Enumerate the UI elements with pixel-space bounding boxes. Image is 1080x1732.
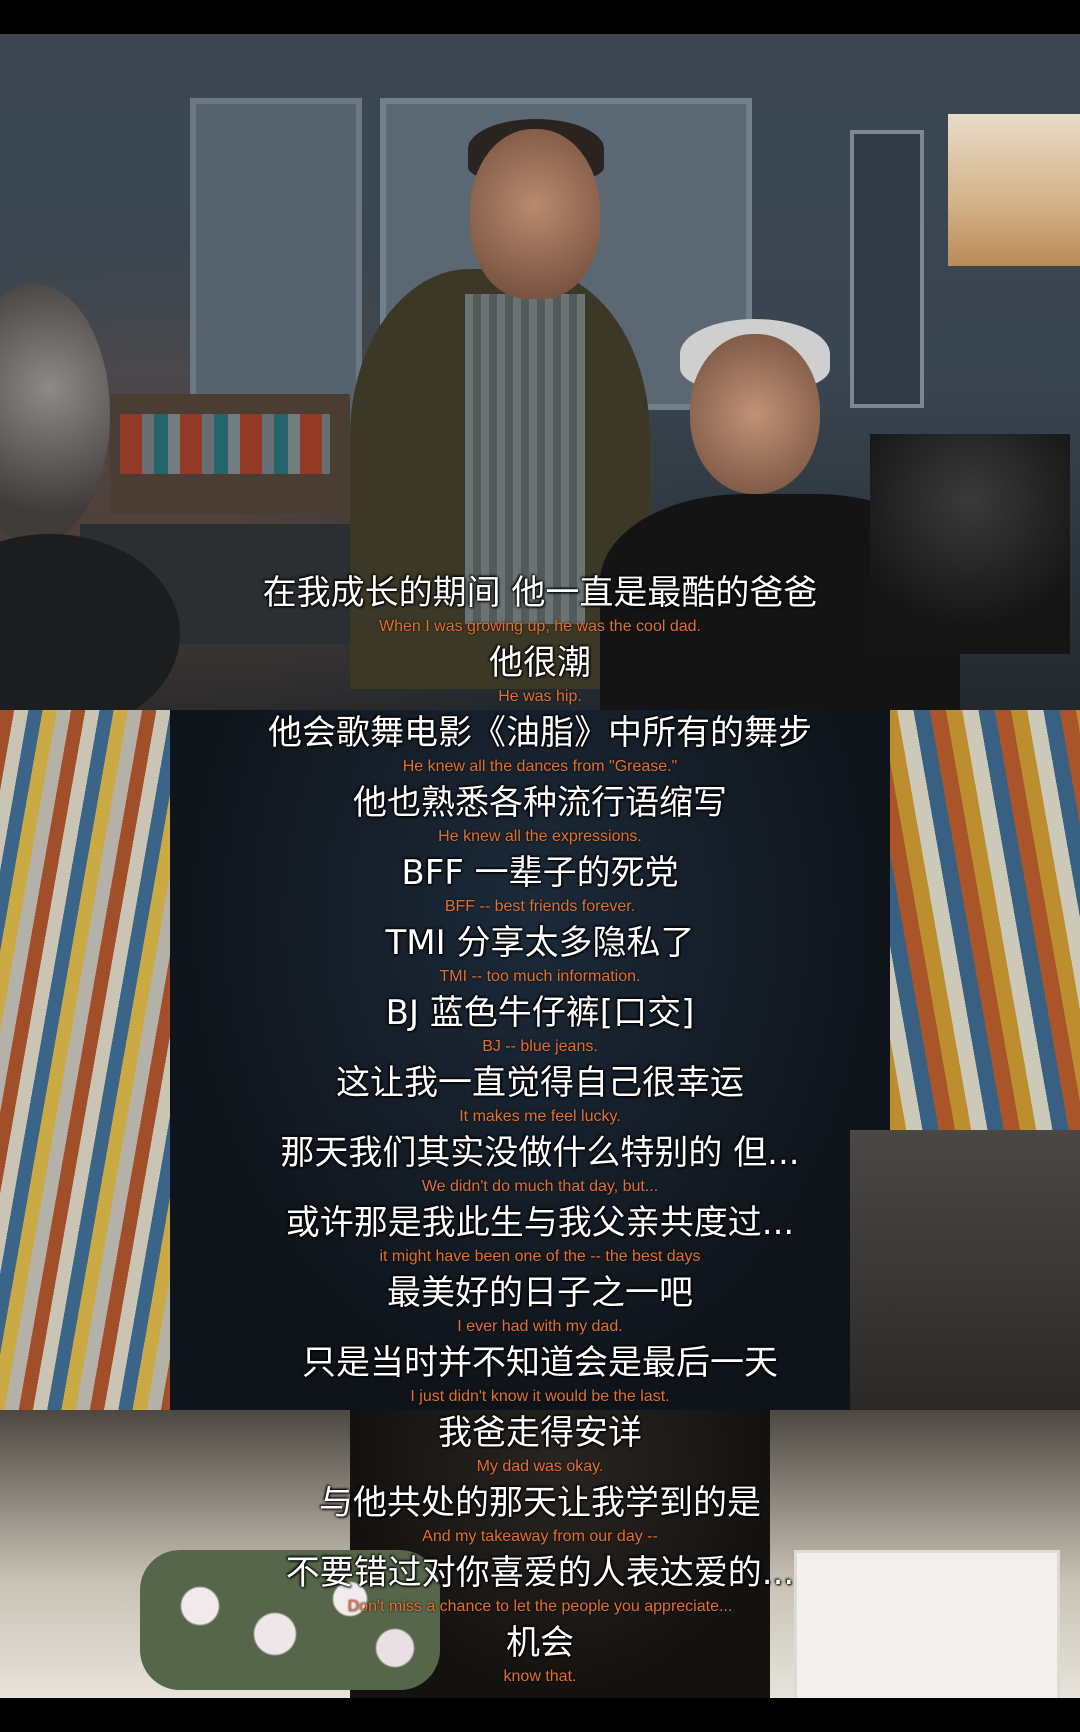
- subtitle-chinese: 这让我一直觉得自己很幸运: [336, 1063, 744, 1103]
- subtitle-chinese: 最美好的日子之一吧: [387, 1273, 693, 1313]
- subtitle-line: 他会歌舞电影《油脂》中所有的舞步 He knew all the dances …: [0, 710, 1080, 780]
- subtitle-chinese: 不要错过对你喜爱的人表达爱的...: [285, 1553, 795, 1593]
- subtitle-english: TMI -- too much information.: [439, 968, 641, 985]
- subtitle-english: When I was growing up, he was the cool d…: [379, 618, 701, 635]
- subtitle-english: He knew all the dances from "Grease.": [402, 758, 678, 775]
- subtitle-line: 机会 know that.: [0, 1620, 1080, 1690]
- subtitle-english: And my takeaway from our day --: [422, 1528, 658, 1545]
- subtitle-chinese: TMI 分享太多隐私了: [385, 923, 695, 963]
- subtitle-chinese: 他很潮: [489, 643, 591, 683]
- inset-photo: [948, 114, 1080, 266]
- subtitle-chinese: BFF 一辈子的死党: [401, 853, 679, 893]
- subtitle-line: 这让我一直觉得自己很幸运 It makes me feel lucky.: [0, 1060, 1080, 1130]
- subtitle-english: Don't miss a chance to let the people yo…: [347, 1598, 733, 1615]
- subtitle-chinese: 与他共处的那天让我学到的是: [319, 1483, 761, 1523]
- subtitle-line: 在我成长的期间 他一直是最酷的爸爸 When I was growing up,…: [0, 570, 1080, 640]
- subtitle-chinese: 在我成长的期间 他一直是最酷的爸爸: [262, 573, 818, 613]
- subtitle-line: 他很潮 He was hip.: [0, 640, 1080, 710]
- subtitle-english: He knew all the expressions.: [438, 828, 642, 845]
- subtitle-line: 他也熟悉各种流行语缩写 He knew all the expressions.: [0, 780, 1080, 850]
- subtitle-chinese: BJ 蓝色牛仔裤[口交]: [385, 993, 695, 1033]
- subtitle-english: it might have been one of the -- the bes…: [379, 1248, 701, 1265]
- subtitle-line: 不要错过对你喜爱的人表达爱的... Don't miss a chance to…: [0, 1550, 1080, 1620]
- subtitle-line: BJ 蓝色牛仔裤[口交] BJ -- blue jeans.: [0, 990, 1080, 1060]
- standing-man-face: [470, 129, 600, 299]
- subtitle-chinese: 机会: [506, 1623, 574, 1663]
- subtitle-english: I just didn't know it would be the last.: [410, 1388, 670, 1405]
- subtitle-line: BFF 一辈子的死党 BFF -- best friends forever.: [0, 850, 1080, 920]
- subtitle-line: 与他共处的那天让我学到的是 And my takeaway from our d…: [0, 1480, 1080, 1550]
- subtitle-chinese: 或许那是我此生与我父亲共度过...: [285, 1203, 795, 1243]
- subtitle-english: know that.: [503, 1668, 577, 1685]
- subtitle-english: My dad was okay.: [476, 1458, 604, 1475]
- subtitle-english: He was hip.: [498, 688, 582, 705]
- foreground-head: [0, 284, 110, 544]
- subtitle-chinese: 那天我们其实没做什么特别的 但...: [280, 1133, 800, 1173]
- subtitle-line: 我爸走得安详 My dad was okay.: [0, 1410, 1080, 1480]
- shelf-bottles: [120, 414, 330, 474]
- subtitle-english: It makes me feel lucky.: [459, 1108, 621, 1125]
- subtitle-line: TMI 分享太多隐私了 TMI -- too much information.: [0, 920, 1080, 990]
- subtitle-chinese: 他会歌舞电影《油脂》中所有的舞步: [268, 713, 812, 753]
- subtitle-line: 最美好的日子之一吧 I ever had with my dad.: [0, 1270, 1080, 1340]
- subtitle-line: 只是当时并不知道会是最后一天 I just didn't know it wou…: [0, 1340, 1080, 1410]
- subtitle-chinese: 我爸走得安详: [438, 1413, 642, 1453]
- seated-man-face: [690, 334, 820, 494]
- subtitle-chinese: 他也熟悉各种流行语缩写: [353, 783, 727, 823]
- subtitle-english: BFF -- best friends forever.: [444, 898, 636, 915]
- subtitle-line: 或许那是我此生与我父亲共度过... it might have been one…: [0, 1200, 1080, 1270]
- subtitle-line: 那天我们其实没做什么特别的 但... We didn't do much tha…: [0, 1130, 1080, 1200]
- wall-frame: [850, 130, 924, 408]
- subtitle-chinese: 只是当时并不知道会是最后一天: [302, 1343, 778, 1383]
- subtitle-english: I ever had with my dad.: [457, 1318, 623, 1335]
- subtitle-english: BJ -- blue jeans.: [482, 1038, 598, 1055]
- subtitle-english: We didn't do much that day, but...: [421, 1178, 659, 1195]
